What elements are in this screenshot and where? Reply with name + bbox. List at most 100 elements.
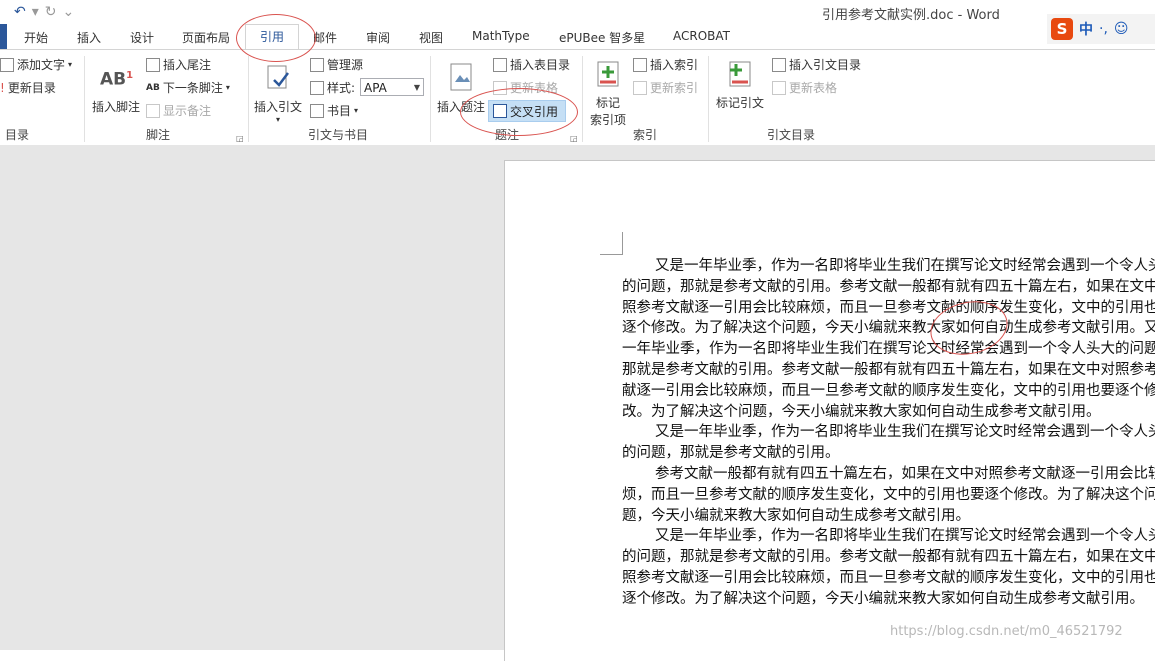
tab-mailings[interactable]: 邮件 <box>313 29 337 46</box>
sogou-logo-icon[interactable]: S <box>1051 18 1073 40</box>
title-bar: ↶ ▾ ↻ ⌄ 引用参考文献实例.doc - Word <box>0 0 1155 24</box>
group-label-toc: 目录 <box>5 128 30 142</box>
insert-toa-label: 插入引文目录 <box>789 58 862 72</box>
next-footnote-label: 下一条脚注 <box>162 81 223 95</box>
group-divider <box>248 56 249 142</box>
citation-icon <box>262 62 294 94</box>
chevron-down-icon: ▼ <box>413 83 420 92</box>
watermark: https://blog.csdn.net/m0_46521792 <box>890 624 1123 639</box>
paragraph: 又是一年毕业季，作为一名即将毕业生我们在撰写论文时经常会遇到一个令人头大的问题，… <box>622 258 1155 420</box>
mark-citation-label: 标记引文 <box>715 96 764 110</box>
emoji-icon[interactable]: ☺ <box>1114 21 1129 37</box>
update-index-button[interactable]: 更新索引 <box>633 79 698 96</box>
insert-endnote-label: 插入尾注 <box>163 58 212 72</box>
quick-access-toolbar: ↶ ▾ ↻ ⌄ <box>0 0 74 24</box>
style-icon <box>310 80 324 95</box>
ime-mode-indicator[interactable]: 中 <box>1079 19 1093 39</box>
tab-review[interactable]: 审阅 <box>366 29 390 46</box>
tab-acrobat[interactable]: ACROBAT <box>673 29 730 43</box>
customize-qat-icon[interactable]: ⌄ <box>63 4 75 20</box>
document-body[interactable]: 又是一年毕业季，作为一名即将毕业生我们在撰写论文时经常会遇到一个令人头大的问题，… <box>622 256 1155 610</box>
window-title: 引用参考文献实例.doc - Word <box>822 8 1000 23</box>
mark-entry-icon <box>592 58 624 90</box>
show-notes-label: 显示备注 <box>163 104 212 118</box>
tab-view[interactable]: 视图 <box>419 29 443 46</box>
mark-citation-button[interactable]: 标记引文 <box>712 58 768 111</box>
group-label-toa: 引文目录 <box>767 128 816 142</box>
tab-layout[interactable]: 页面布局 <box>182 29 230 46</box>
mark-entry-label-2: 索引项 <box>589 113 626 127</box>
add-text-icon <box>0 57 14 72</box>
tab-insert[interactable]: 插入 <box>77 29 101 46</box>
group-label-index: 索引 <box>633 128 658 142</box>
undo-icon[interactable]: ↶ <box>14 4 26 20</box>
manage-sources-button[interactable]: 管理源 <box>310 56 363 73</box>
style-label-row: 样式: <box>310 79 355 96</box>
show-notes-icon <box>146 103 160 118</box>
tab-epubee[interactable]: ePUBee 智多星 <box>559 29 645 46</box>
paragraph: 又是一年毕业季，作为一名即将毕业生我们在撰写论文时经常会遇到一个令人头大的问题，… <box>622 424 1155 462</box>
tab-mathtype[interactable]: MathType <box>472 29 530 43</box>
table-of-figures-icon <box>493 57 507 72</box>
tab-home[interactable]: 开始 <box>24 29 48 46</box>
group-divider <box>708 56 709 142</box>
insert-table-of-figures-label: 插入表目录 <box>510 58 571 72</box>
manage-sources-label: 管理源 <box>327 58 364 72</box>
mark-entry-button[interactable]: 标记 索引项 <box>586 58 630 128</box>
dropdown-arrow-icon: ▾ <box>275 115 280 124</box>
dialog-launcher-icon[interactable]: ◲ <box>236 134 244 143</box>
redo-icon[interactable]: ↻ <box>45 4 57 20</box>
ribbon-tabs: 开始 插入 设计 页面布局 引用 邮件 审阅 视图 MathType ePUBe… <box>0 24 1050 50</box>
update-icon: ! <box>0 80 5 95</box>
group-divider <box>84 56 85 142</box>
undo-dropdown-icon[interactable]: ▾ <box>32 4 39 20</box>
dropdown-arrow-icon: ▾ <box>225 83 230 92</box>
insert-index-icon <box>633 57 647 72</box>
ribbon: 添加文字 ▾ ! 更新目录 目录 AB1 插入脚注 插入尾注 AB 下一条脚注 ▾ … <box>0 49 1155 147</box>
next-footnote-button[interactable]: AB 下一条脚注 ▾ <box>146 79 230 96</box>
add-text-label: 添加文字 <box>17 58 66 72</box>
paragraph: 又是一年毕业季，作为一名即将毕业生我们在撰写论文时经常会遇到一个令人头大的问题，… <box>622 528 1155 607</box>
manage-sources-icon <box>310 57 324 72</box>
bibliography-button[interactable]: 书目 ▾ <box>310 102 358 119</box>
tab-design[interactable]: 设计 <box>130 29 154 46</box>
update-toa-label: 更新表格 <box>789 81 838 95</box>
style-label: 样式: <box>327 81 356 95</box>
insert-endnote-button[interactable]: 插入尾注 <box>146 56 211 73</box>
insert-toa-button[interactable]: 插入引文目录 <box>772 56 861 73</box>
citation-style-value: APA <box>364 81 387 95</box>
annotation-circle <box>460 88 578 136</box>
insert-table-of-figures-button[interactable]: 插入表目录 <box>493 56 570 73</box>
ime-punctuation-icon[interactable]: ·, <box>1099 21 1108 37</box>
bibliography-label: 书目 <box>327 104 352 118</box>
update-toa-button[interactable]: 更新表格 <box>772 79 837 96</box>
update-toc-button[interactable]: ! 更新目录 <box>0 79 56 96</box>
mark-citation-icon <box>724 58 756 90</box>
insert-index-button[interactable]: 插入索引 <box>633 56 698 73</box>
group-label-footnotes: 脚注 <box>146 128 171 142</box>
insert-citation-label: 插入引文 <box>253 100 302 114</box>
citation-style-select[interactable]: APA ▼ <box>360 78 424 96</box>
endnote-icon <box>146 57 160 72</box>
update-toc-label: 更新目录 <box>7 81 56 95</box>
group-divider <box>430 56 431 142</box>
update-toa-icon <box>772 80 786 95</box>
insert-footnote-label: 插入脚注 <box>91 100 140 114</box>
bibliography-icon <box>310 103 324 118</box>
dialog-launcher-icon[interactable]: ◲ <box>570 134 578 143</box>
update-index-icon <box>633 80 647 95</box>
caption-icon <box>445 62 477 94</box>
paragraph: 参考文献一般都有就有四五十篇左右，如果在文中对照参考文献逐一引用会比较麻烦，而且… <box>622 465 1155 524</box>
annotation-circle <box>236 14 316 62</box>
show-notes-button[interactable]: 显示备注 <box>146 102 211 119</box>
margin-corner-mark <box>600 232 623 255</box>
group-label-citations: 引文与书目 <box>308 128 369 142</box>
insert-index-label: 插入索引 <box>650 58 699 72</box>
mark-entry-label-1: 标记 <box>595 96 620 110</box>
next-footnote-icon: AB <box>146 82 160 93</box>
insert-citation-button[interactable]: 插入引文 ▾ <box>251 62 305 124</box>
add-text-button[interactable]: 添加文字 ▾ <box>0 56 72 73</box>
dropdown-arrow-icon: ▾ <box>68 60 73 69</box>
dropdown-arrow-icon: ▾ <box>354 106 359 115</box>
insert-footnote-button[interactable]: AB1 插入脚注 <box>89 62 143 115</box>
